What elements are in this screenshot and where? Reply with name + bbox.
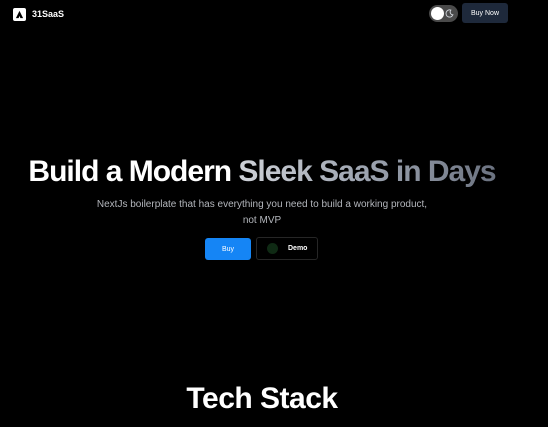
site-header: 31SaaS Buy Now bbox=[0, 0, 548, 28]
brand-name: 31SaaS bbox=[32, 9, 65, 19]
toggle-knob bbox=[431, 7, 444, 20]
hero-title-highlight: Sleek SaaS in Days bbox=[238, 155, 496, 188]
demo-button-label: Demo bbox=[288, 245, 308, 252]
demo-button[interactable]: Demo bbox=[256, 237, 318, 260]
hero-title: Build a Modern Sleek SaaS in Days bbox=[0, 155, 524, 189]
logo-mark-icon bbox=[13, 7, 26, 21]
theme-toggle[interactable] bbox=[429, 5, 458, 22]
demo-icon bbox=[267, 243, 278, 254]
hero-title-plain: Build a Modern bbox=[28, 155, 239, 188]
brand-link[interactable]: 31SaaS bbox=[13, 6, 64, 22]
landing-page: 31SaaS Buy Now Build a Modern Sleek SaaS… bbox=[0, 0, 548, 427]
tech-stack-title: Tech Stack bbox=[186, 382, 338, 415]
moon-icon bbox=[444, 8, 455, 19]
buy-now-button[interactable]: Buy Now bbox=[462, 3, 508, 23]
hero-subtitle: NextJs boilerplate that has everything y… bbox=[96, 199, 428, 226]
buy-button[interactable]: Buy bbox=[205, 238, 251, 260]
